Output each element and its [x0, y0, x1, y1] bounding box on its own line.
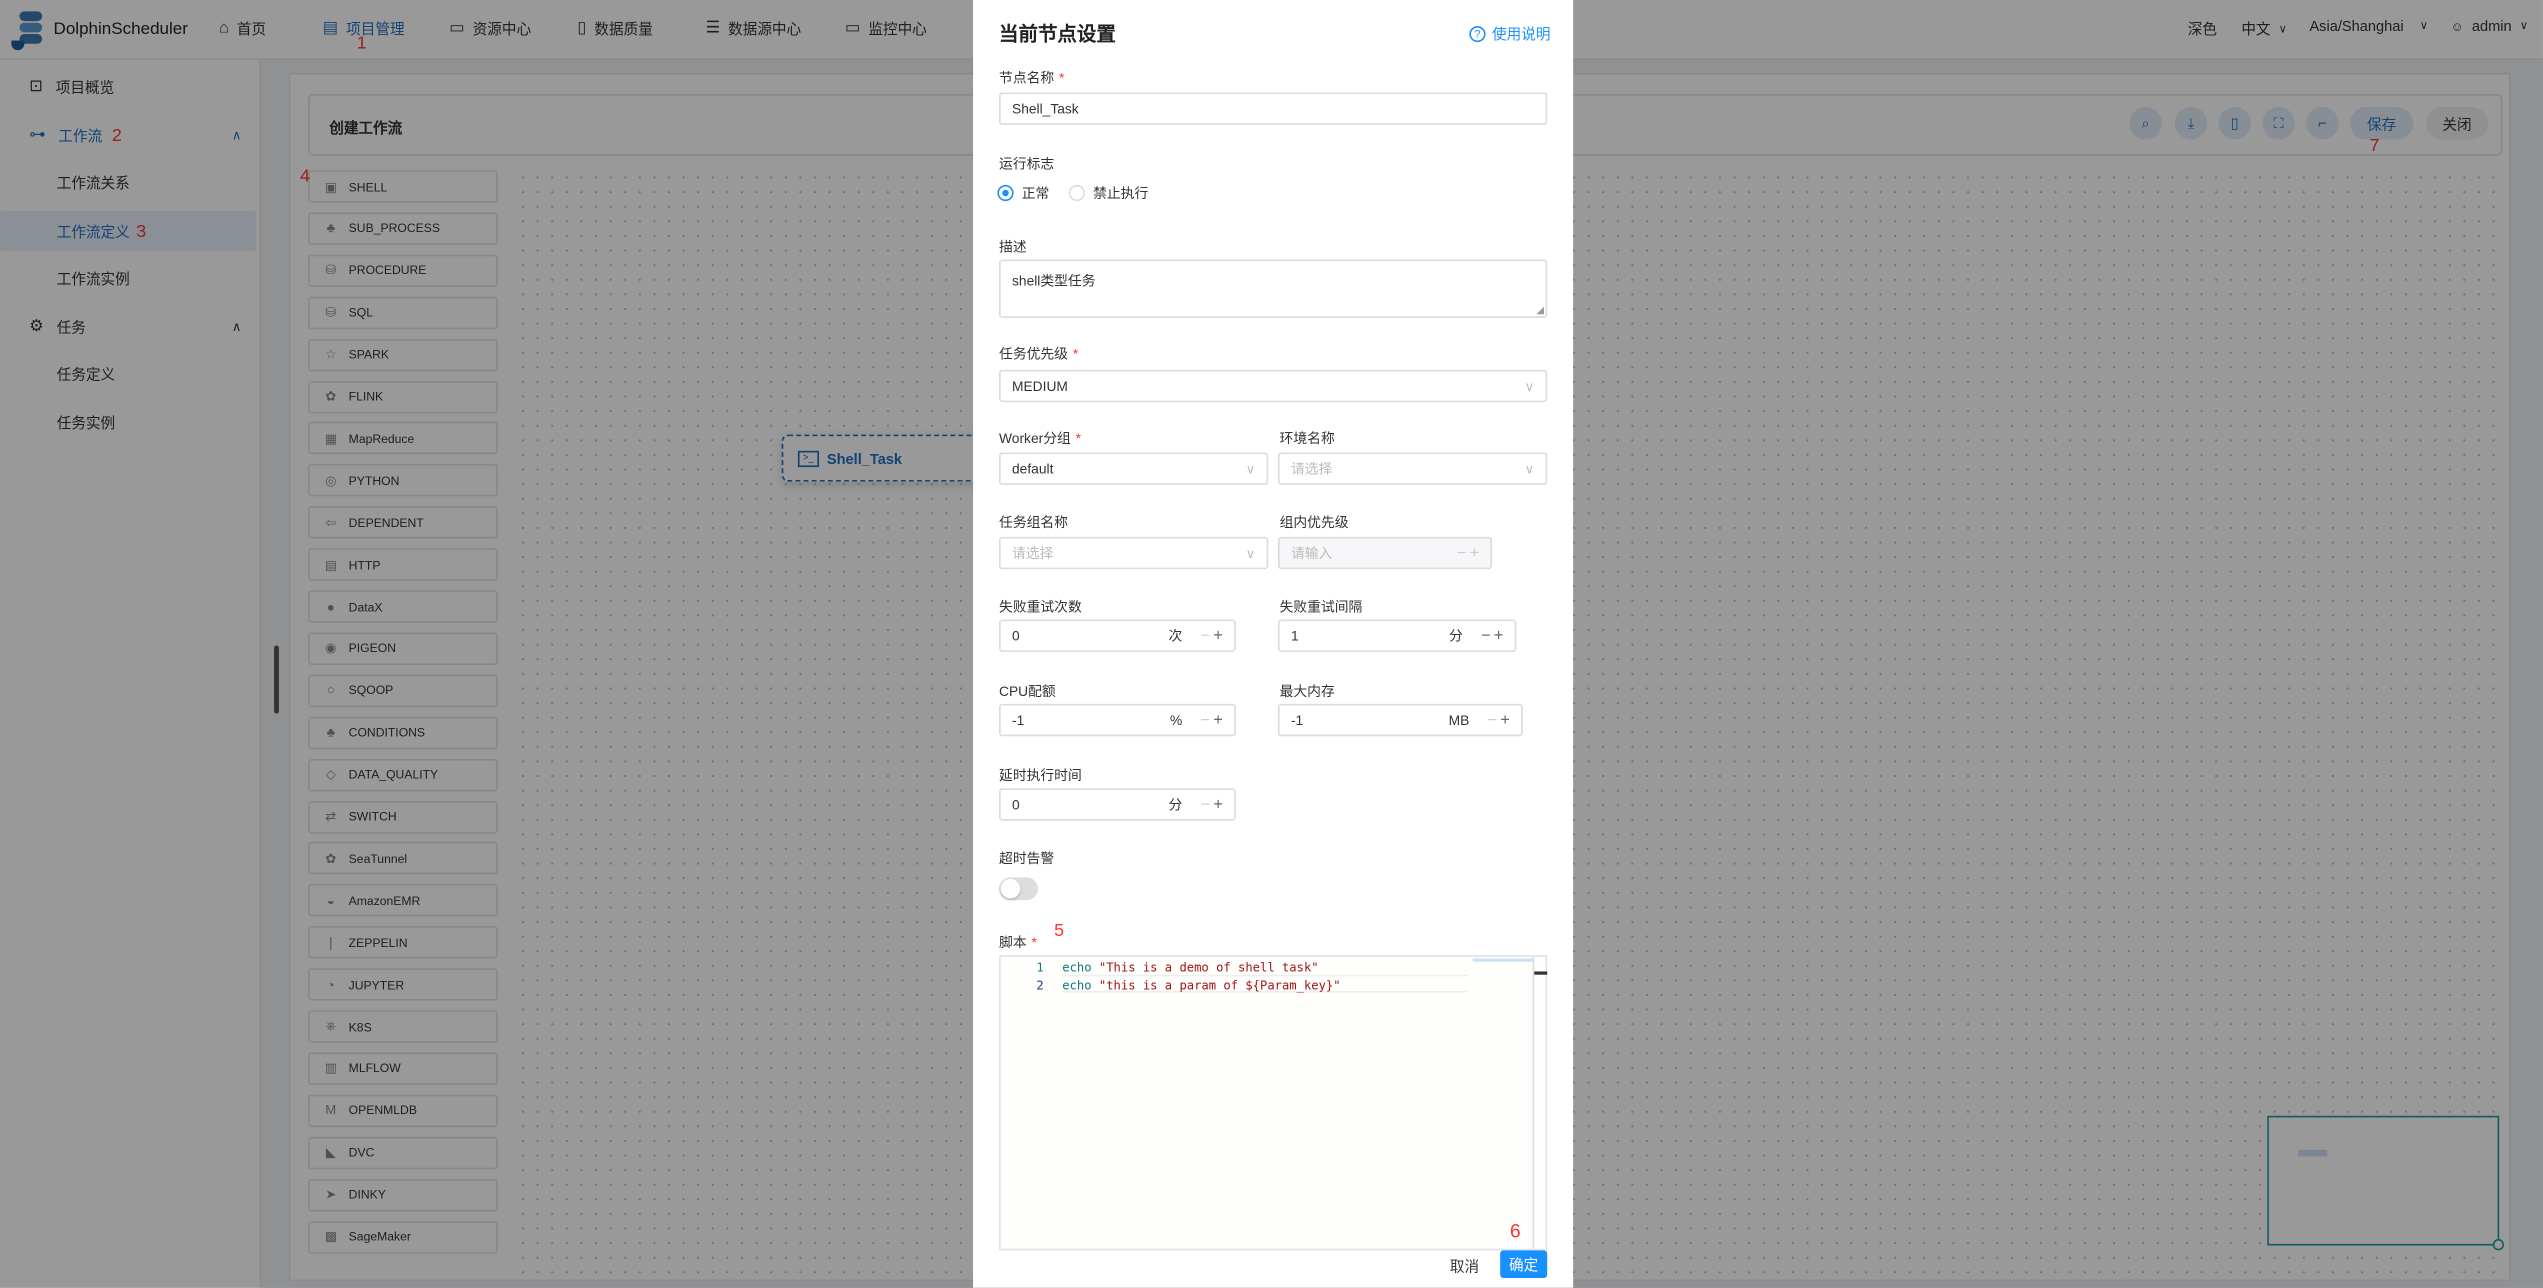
- worker-group-label: Worker分组 *: [999, 429, 1082, 446]
- annotation-5: 5: [1054, 921, 1065, 941]
- input-value: 0: [1012, 796, 1020, 813]
- editor-scrollbar-marker: [1534, 971, 1548, 974]
- timeout-alert-label: 超时告警: [999, 849, 1055, 867]
- chevron-down-icon: ∨: [1524, 378, 1535, 394]
- line-number: 2: [1036, 977, 1044, 993]
- placeholder: 请输入: [1290, 544, 1333, 562]
- placeholder: 请选择: [1012, 544, 1054, 562]
- task-group-select[interactable]: 请选择 ∨: [999, 536, 1269, 570]
- chevron-down-icon: ∨: [1245, 545, 1256, 561]
- input-value: 0: [1012, 627, 1020, 644]
- radio-unchecked-icon: [1068, 184, 1085, 202]
- line-number: 1: [1036, 960, 1044, 975]
- environment-label: 环境名称: [1279, 429, 1335, 446]
- input-value: MEDIUM: [1012, 377, 1068, 395]
- editor-minimap[interactable]: [1472, 958, 1533, 962]
- retry-interval-input[interactable]: 1 分 −+: [1277, 619, 1517, 652]
- max-memory-label: 最大内存: [1279, 682, 1335, 699]
- radio-forbidden[interactable]: 禁止执行: [1068, 183, 1149, 202]
- question-circle-icon: ?: [1469, 25, 1486, 42]
- description-textarea[interactable]: shell类型任务 ◢: [999, 259, 1548, 318]
- chevron-down-icon: ∨: [1245, 461, 1256, 476]
- input-value: default: [1012, 460, 1054, 477]
- delay-time-input[interactable]: 0 分 −+: [999, 788, 1236, 821]
- retry-times-input[interactable]: 0 次 −+: [999, 619, 1236, 652]
- radio-checked-icon: [997, 184, 1014, 202]
- timeout-alert-switch[interactable]: [999, 877, 1038, 901]
- worker-group-select[interactable]: default ∨: [999, 452, 1269, 485]
- cpu-quota-label: CPU配额: [999, 682, 1056, 699]
- cpu-quota-input[interactable]: -1% −+: [999, 703, 1236, 737]
- group-priority-input[interactable]: 请输入 −+: [1277, 536, 1493, 570]
- stepper[interactable]: −+: [1201, 711, 1226, 729]
- stepper[interactable]: −+: [1201, 795, 1226, 813]
- drawer-title: 当前节点设置: [999, 22, 1116, 46]
- stepper[interactable]: −+: [1201, 627, 1226, 645]
- unit: %: [1170, 711, 1183, 729]
- stepper[interactable]: −+: [1488, 711, 1513, 729]
- priority-label: 任务优先级 *: [999, 345, 1079, 362]
- code-line: echo "this is a param of ${Param_key}": [1062, 977, 1341, 993]
- description-label: 描述: [999, 238, 1027, 255]
- node-name-input[interactable]: Shell_Task: [999, 92, 1548, 125]
- stepper[interactable]: −+: [1481, 627, 1506, 645]
- max-memory-input[interactable]: -1 MB −+: [1277, 703, 1523, 737]
- input-value: -1: [1012, 711, 1025, 729]
- run-flag-label: 运行标志: [999, 155, 1055, 172]
- help-label: 使用说明: [1492, 25, 1551, 43]
- node-settings-drawer: 当前节点设置 ? 使用说明 节点名称 * Shell_Task 运行标志 正常 禁止…: [973, 0, 1574, 1288]
- priority-select[interactable]: MEDIUM ∨: [999, 369, 1548, 403]
- confirm-button[interactable]: 确定: [1500, 1250, 1548, 1278]
- environment-select[interactable]: 请选择 ∨: [1277, 452, 1548, 485]
- help-link[interactable]: ? 使用说明: [1469, 23, 1550, 44]
- code-line: echo "This is a demo of shell task": [1062, 960, 1319, 975]
- stepper[interactable]: −+: [1457, 544, 1482, 562]
- unit: 分: [1168, 796, 1183, 813]
- unit: 次: [1168, 627, 1183, 644]
- unit: 分: [1449, 627, 1463, 644]
- input-value: shell类型任务: [1012, 272, 1096, 289]
- script-label: 脚本 *: [999, 934, 1037, 951]
- input-value: Shell_Task: [1012, 100, 1079, 117]
- placeholder: 请选择: [1290, 460, 1333, 477]
- task-group-label: 任务组名称: [999, 514, 1068, 531]
- retry-times-label: 失败重试次数: [999, 598, 1082, 615]
- node-name-label: 节点名称 *: [999, 69, 1065, 86]
- cancel-button[interactable]: 取消: [1450, 1255, 1479, 1276]
- unit: MB: [1448, 711, 1470, 729]
- radio-label: 禁止执行: [1093, 184, 1149, 202]
- editor-scrollbar-track[interactable]: [1532, 956, 1535, 1249]
- radio-normal[interactable]: 正常: [997, 183, 1049, 202]
- input-value: 1: [1290, 627, 1299, 644]
- resize-grip-icon[interactable]: ◢: [1536, 305, 1544, 317]
- input-value: -1: [1290, 711, 1304, 729]
- retry-interval-label: 失败重试间隔: [1279, 598, 1363, 615]
- radio-label: 正常: [1021, 184, 1050, 202]
- group-priority-label: 组内优先级: [1279, 514, 1349, 531]
- script-editor[interactable]: 1 echo "This is a demo of shell task" 2 …: [999, 955, 1548, 1251]
- delay-time-label: 延时执行时间: [999, 767, 1082, 784]
- annotation-6: 6: [1509, 1219, 1521, 1243]
- chevron-down-icon: ∨: [1524, 461, 1535, 476]
